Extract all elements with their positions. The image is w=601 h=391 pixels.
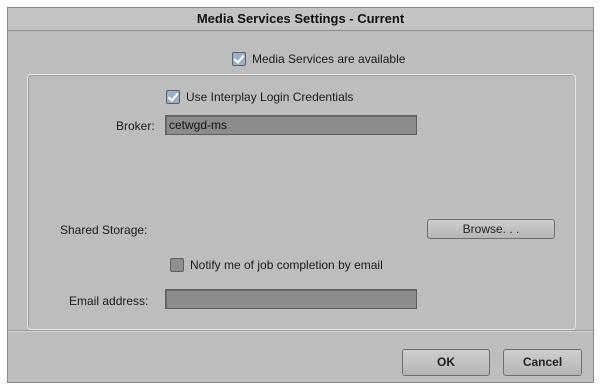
dialog-title: Media Services Settings - Current xyxy=(8,8,593,31)
use-interplay-login-checkbox[interactable]: Use Interplay Login Credentials xyxy=(166,90,353,104)
notify-email-label: Notify me of job completion by email xyxy=(190,258,383,272)
notify-email-checkbox[interactable]: Notify me of job completion by email xyxy=(170,258,383,272)
broker-field[interactable] xyxy=(165,115,417,135)
shared-storage-label: Shared Storage: xyxy=(60,223,148,237)
email-address-field[interactable] xyxy=(165,289,417,309)
browse-button[interactable]: Browse. . . xyxy=(427,219,555,239)
email-address-label: Email address: xyxy=(69,294,149,308)
checkbox-checked-icon[interactable] xyxy=(166,90,180,104)
footer-divider xyxy=(8,330,593,332)
cancel-button[interactable]: Cancel xyxy=(503,349,582,376)
media-services-settings-dialog: Media Services Settings - Current Media … xyxy=(7,7,594,383)
ok-button[interactable]: OK xyxy=(402,349,490,376)
checkbox-unchecked-icon[interactable] xyxy=(170,258,184,272)
media-services-available-checkbox[interactable]: Media Services are available xyxy=(232,52,405,66)
broker-label: Broker: xyxy=(116,119,155,133)
checkbox-checked-icon[interactable] xyxy=(232,52,246,66)
use-interplay-login-label: Use Interplay Login Credentials xyxy=(186,90,354,104)
media-services-available-label: Media Services are available xyxy=(252,52,406,66)
